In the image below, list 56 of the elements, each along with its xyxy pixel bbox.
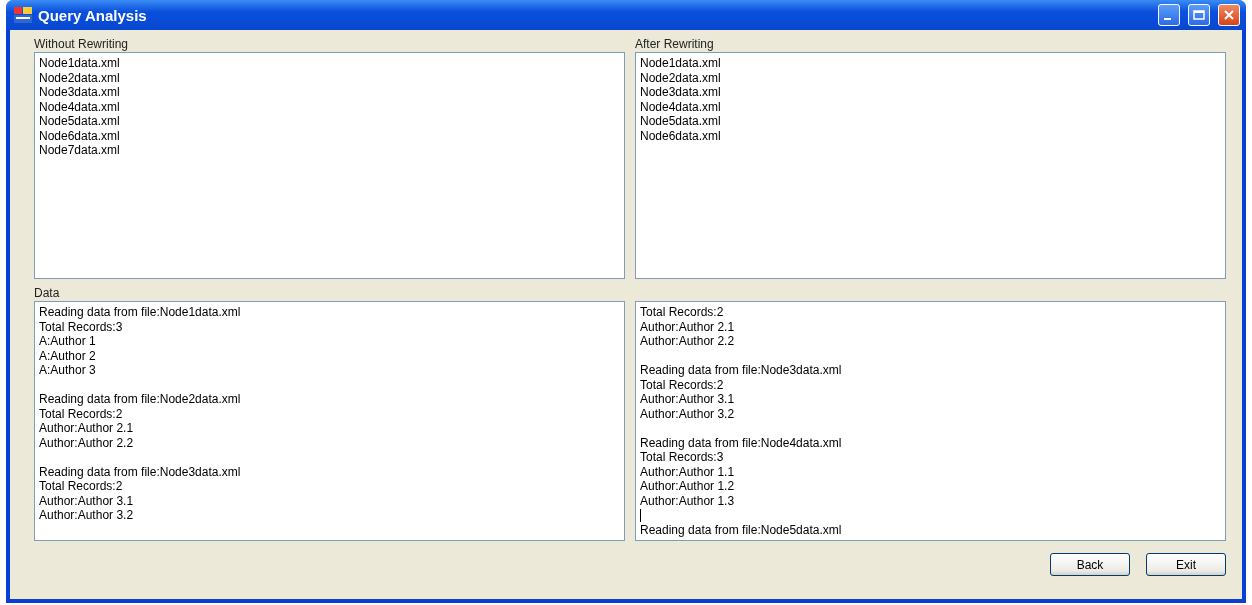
list-item[interactable]: Node6data.xml xyxy=(39,128,620,143)
list-item[interactable]: Node2data.xml xyxy=(640,70,1221,85)
close-button[interactable] xyxy=(1218,4,1240,26)
list-item[interactable]: Node3data.xml xyxy=(39,85,620,100)
log-line: Reading data from file:Node5data.xml xyxy=(640,522,843,537)
section-label: Without Rewriting xyxy=(34,36,130,52)
list-item[interactable]: Node4data.xml xyxy=(640,99,1221,114)
log-line: Author:Author 2.2 xyxy=(39,435,135,450)
log-line: Author:Author 1.3 xyxy=(640,493,736,508)
log-line: Author:Author 1.1 xyxy=(640,464,736,479)
log-line: Author:Author 2.2 xyxy=(640,334,736,349)
maximize-icon xyxy=(1193,10,1205,20)
log-text-area[interactable] xyxy=(635,301,1226,541)
log-line: Reading data from file:Node1data.xml xyxy=(39,305,242,320)
file-list[interactable]: Node1data.xml Node2data.xml Node3data.xml Node4data.xml Node5data.xml Node6data.xml xyxy=(635,52,1226,279)
log-line: Reading data from file:Node2data.xml xyxy=(39,392,242,407)
dialog-button[interactable]: Back xyxy=(1050,553,1130,576)
log-line: Total Records:2 xyxy=(39,479,124,494)
list-item[interactable]: Node5data.xml xyxy=(39,114,620,129)
log-line: Author:Author 3.2 xyxy=(640,406,736,421)
log-line: Total Records:2 xyxy=(39,406,124,421)
log-line: A:Author 2 xyxy=(39,348,97,363)
minimize-icon xyxy=(1164,18,1171,20)
log-line: A:Author 1 xyxy=(39,334,97,349)
log-line: A:Author 3 xyxy=(39,363,97,378)
list-item[interactable]: Node3data.xml xyxy=(640,85,1221,100)
maximize-button[interactable] xyxy=(1188,4,1210,26)
list-item[interactable]: Node4data.xml xyxy=(39,99,620,114)
log-line: Author:Author 3.1 xyxy=(640,392,736,407)
app-icon xyxy=(14,7,32,23)
log-line: Author:Author 3.2 xyxy=(39,508,135,523)
window-title: Query Analysis xyxy=(38,6,148,24)
list-item[interactable]: Node2data.xml xyxy=(39,70,620,85)
list-item[interactable]: Node1data.xml xyxy=(640,56,1221,71)
log-line: Reading data from file:Node3data.xml xyxy=(640,363,843,378)
list-item[interactable]: Node7data.xml xyxy=(39,143,620,158)
minimize-button[interactable] xyxy=(1158,4,1180,26)
log-line: Author:Author 1.2 xyxy=(640,479,736,494)
close-icon xyxy=(1223,9,1235,21)
log-line: Author:Author 2.1 xyxy=(640,319,736,334)
log-line: Total Records:3 xyxy=(39,319,124,334)
list-item[interactable]: Node1data.xml xyxy=(39,56,620,71)
section-label: After Rewriting xyxy=(635,36,715,52)
list-item[interactable]: Node5data.xml xyxy=(640,114,1221,129)
log-line: Total Records:2 xyxy=(640,377,725,392)
log-text-area[interactable] xyxy=(34,301,625,541)
list-item[interactable]: Node6data.xml xyxy=(640,128,1221,143)
section-label: Data xyxy=(34,285,61,301)
log-line: Author:Author 2.1 xyxy=(39,421,135,436)
file-list[interactable]: Node1data.xml Node2data.xml Node3data.xml Node4data.xml Node5data.xml Node6data.xml Node7data.xml xyxy=(34,52,625,279)
log-line: Reading data from file:Node4data.xml xyxy=(640,435,843,450)
log-line: Reading data from file:Node3data.xml xyxy=(39,464,242,479)
dialog-button[interactable]: Exit xyxy=(1146,553,1226,576)
log-line: Total Records:3 xyxy=(640,450,725,465)
log-line: Author:Author 3.1 xyxy=(39,493,135,508)
log-line: Total Records:2 xyxy=(640,305,725,320)
